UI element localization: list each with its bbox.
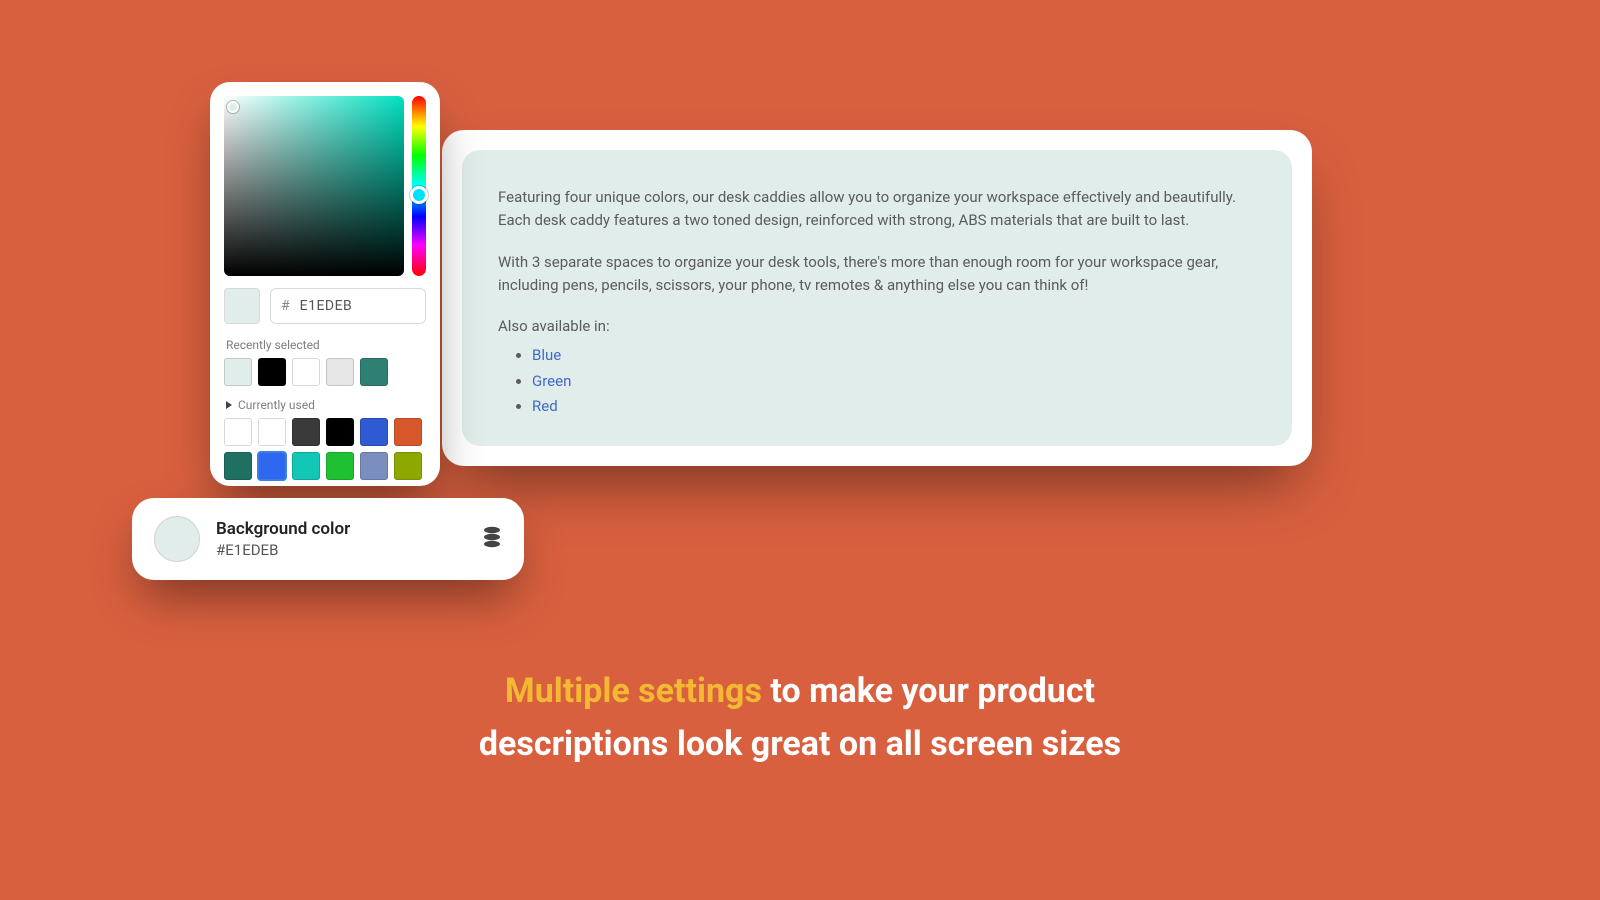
tagline-line1-rest: to make your product: [762, 671, 1095, 711]
used-swatch-6[interactable]: [224, 452, 252, 480]
currently-used-swatches: [224, 418, 426, 480]
recently-selected-swatches: [224, 358, 426, 386]
chevron-right-icon: [226, 401, 232, 409]
recent-swatch-0[interactable]: [224, 358, 252, 386]
background-color-setting[interactable]: Background color #E1EDEB: [132, 498, 524, 580]
preview-link-red[interactable]: Red: [532, 397, 558, 415]
used-swatch-7[interactable]: [258, 452, 286, 480]
preview-card: Featuring four unique colors, our desk c…: [442, 130, 1312, 466]
recently-selected-label: Recently selected: [226, 338, 424, 352]
recent-swatch-2[interactable]: [292, 358, 320, 386]
preview-link-list: Blue Green Red: [532, 344, 1256, 418]
used-swatch-5[interactable]: [394, 418, 422, 446]
current-color-swatch: [224, 288, 260, 324]
preview-link-green[interactable]: Green: [532, 372, 571, 390]
used-swatch-1[interactable]: [258, 418, 286, 446]
setting-value: #E1EDEB: [216, 541, 350, 559]
hue-slider[interactable]: [412, 96, 426, 276]
used-swatch-3[interactable]: [326, 418, 354, 446]
preview-paragraph-1: Featuring four unique colors, our desk c…: [498, 186, 1256, 233]
recent-swatch-4[interactable]: [360, 358, 388, 386]
used-swatch-11[interactable]: [394, 452, 422, 480]
currently-used-toggle[interactable]: Currently used: [226, 398, 424, 412]
color-picker-panel: # Recently selected Currently used: [210, 82, 440, 486]
saturation-value-area[interactable]: [224, 96, 404, 276]
preview-also-label: Also available in:: [498, 315, 1256, 338]
hex-hash-label: #: [281, 298, 290, 314]
preview-paragraph-2: With 3 separate spaces to organize your …: [498, 251, 1256, 298]
used-swatch-10[interactable]: [360, 452, 388, 480]
preview-content: Featuring four unique colors, our desk c…: [462, 150, 1292, 446]
sv-handle[interactable]: [227, 101, 239, 113]
used-swatch-9[interactable]: [326, 452, 354, 480]
used-swatch-0[interactable]: [224, 418, 252, 446]
setting-swatch: [154, 516, 200, 562]
tagline-line2: descriptions look great on all screen si…: [0, 718, 1600, 771]
database-icon: [482, 526, 502, 552]
used-swatch-8[interactable]: [292, 452, 320, 480]
tagline-accent: Multiple settings: [505, 671, 762, 711]
recent-swatch-3[interactable]: [326, 358, 354, 386]
hex-input-wrapper[interactable]: #: [270, 288, 426, 324]
setting-title: Background color: [216, 519, 350, 539]
recent-swatch-1[interactable]: [258, 358, 286, 386]
hex-input[interactable]: [300, 298, 415, 314]
used-swatch-2[interactable]: [292, 418, 320, 446]
currently-used-label: Currently used: [238, 398, 315, 412]
preview-link-blue[interactable]: Blue: [532, 346, 561, 364]
used-swatch-4[interactable]: [360, 418, 388, 446]
marketing-tagline: Multiple settings to make your product d…: [0, 665, 1600, 770]
hue-handle[interactable]: [410, 186, 428, 204]
